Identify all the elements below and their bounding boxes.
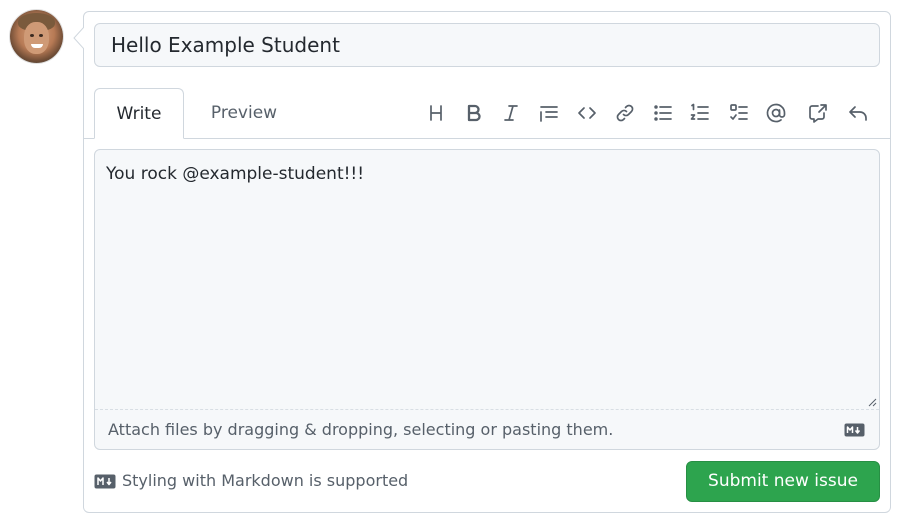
- mention-icon[interactable]: [762, 99, 790, 127]
- markdown-icon: [94, 474, 116, 489]
- speech-caret: [73, 27, 84, 49]
- user-avatar[interactable]: [10, 10, 63, 63]
- tab-write[interactable]: Write: [94, 88, 184, 139]
- reply-icon[interactable]: [844, 99, 872, 127]
- issue-title-input[interactable]: Hello Example Student: [94, 23, 880, 67]
- markdown-supported-note[interactable]: Styling with Markdown is supported: [122, 471, 408, 490]
- comment-body-textarea[interactable]: You rock @example-student!!! Attach file…: [94, 149, 880, 450]
- link-icon[interactable]: [611, 99, 639, 127]
- markdown-icon[interactable]: [844, 423, 865, 437]
- cross-reference-icon[interactable]: [804, 99, 832, 127]
- submit-new-issue-button[interactable]: Submit new issue: [686, 461, 880, 502]
- italic-icon[interactable]: [497, 99, 525, 127]
- comment-body-text: You rock @example-student!!!: [106, 164, 365, 184]
- attach-divider: [95, 409, 879, 410]
- bold-icon[interactable]: [460, 99, 488, 127]
- attach-files-hint[interactable]: Attach files by dragging & dropping, sel…: [108, 420, 613, 439]
- avatar-eye: [39, 34, 43, 37]
- bulleted-list-icon[interactable]: [649, 99, 677, 127]
- tab-preview[interactable]: Preview: [196, 88, 292, 139]
- quote-icon[interactable]: [535, 99, 563, 127]
- avatar-eye: [30, 34, 34, 37]
- numbered-list-icon[interactable]: [686, 99, 714, 127]
- task-list-icon[interactable]: [725, 99, 753, 127]
- avatar-face: [24, 22, 49, 54]
- heading-icon[interactable]: [422, 99, 450, 127]
- resize-handle-icon[interactable]: [865, 395, 877, 407]
- code-icon[interactable]: [573, 99, 601, 127]
